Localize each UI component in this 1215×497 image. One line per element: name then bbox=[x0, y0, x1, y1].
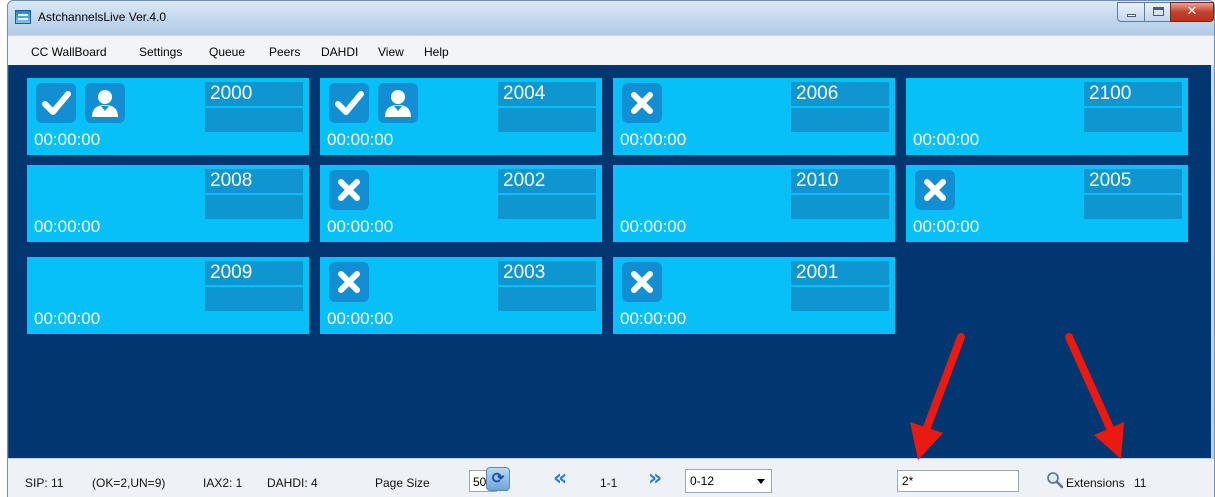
check-icon bbox=[329, 83, 369, 123]
refresh-icon: ⟳ bbox=[491, 470, 505, 487]
app-icon bbox=[15, 10, 31, 24]
extension-tile[interactable]: 2001 00:00:00 bbox=[613, 257, 895, 334]
iax2-count: IAX2: 1 bbox=[203, 476, 243, 490]
extension-number: 2009 bbox=[205, 261, 303, 285]
extension-info-block bbox=[498, 287, 596, 311]
user-icon bbox=[378, 83, 418, 123]
minimize-icon bbox=[1127, 14, 1136, 17]
x-icon bbox=[329, 262, 369, 302]
extension-info-block bbox=[1084, 108, 1182, 132]
page-size-label: Page Size bbox=[375, 476, 430, 490]
call-timer: 00:00:00 bbox=[34, 130, 101, 149]
call-timer: 00:00:00 bbox=[913, 130, 980, 149]
menu-dahdi[interactable]: DAHDI bbox=[321, 45, 358, 59]
x-icon bbox=[622, 83, 662, 123]
extension-tile[interactable]: 2100 00:00:00 bbox=[906, 78, 1188, 155]
search-icon[interactable] bbox=[1046, 471, 1064, 489]
user-icon bbox=[85, 83, 125, 123]
check-icon bbox=[36, 83, 76, 123]
previous-page-button[interactable]: « bbox=[553, 468, 567, 490]
extension-tile[interactable]: 2009 00:00:00 bbox=[27, 257, 309, 334]
dahdi-count: DAHDI: 4 bbox=[267, 476, 318, 490]
refresh-button[interactable]: ⟳ bbox=[486, 467, 510, 491]
menu-help[interactable]: Help bbox=[424, 45, 449, 59]
extension-number: 2001 bbox=[791, 261, 889, 285]
call-timer: 00:00:00 bbox=[620, 217, 687, 236]
menu-settings[interactable]: Settings bbox=[139, 45, 182, 59]
x-icon bbox=[329, 170, 369, 210]
status-bar: SIP: 11 (OK=2,UN=9) IAX2: 1 DAHDI: 4 Pag… bbox=[8, 458, 1214, 497]
close-button[interactable]: ✕ bbox=[1170, 2, 1214, 22]
range-select-value: 0-12 bbox=[690, 474, 715, 488]
call-timer: 00:00:00 bbox=[34, 309, 101, 328]
x-icon bbox=[915, 170, 955, 210]
extension-tile[interactable]: 2003 00:00:00 bbox=[320, 257, 602, 334]
extension-tile[interactable]: 2006 00:00:00 bbox=[613, 78, 895, 155]
sip-detail: (OK=2,UN=9) bbox=[92, 476, 166, 490]
window-title: AstchannelsLive Ver.4.0 bbox=[38, 10, 167, 24]
extension-tile[interactable]: 2002 00:00:00 bbox=[320, 165, 602, 242]
search-input[interactable]: 2* bbox=[897, 470, 1019, 492]
extension-number: 2003 bbox=[498, 261, 596, 285]
menu-cc-wallboard[interactable]: CC WallBoard bbox=[31, 45, 107, 59]
extension-tile[interactable]: 2004 00:00:00 bbox=[320, 78, 602, 155]
extension-tile[interactable]: 2010 00:00:00 bbox=[613, 165, 895, 242]
extension-number: 2006 bbox=[791, 82, 889, 106]
extension-info-block bbox=[205, 108, 303, 132]
next-page-button[interactable]: » bbox=[648, 468, 662, 490]
call-timer: 00:00:00 bbox=[620, 130, 687, 149]
range-select[interactable]: 0-12 bbox=[685, 469, 772, 493]
chevron-down-icon bbox=[757, 479, 765, 484]
extension-number: 2002 bbox=[498, 169, 596, 193]
extension-info-block bbox=[1084, 195, 1182, 219]
extension-tile[interactable]: 2005 00:00:00 bbox=[906, 165, 1188, 242]
extensions-label: Extensions bbox=[1066, 476, 1125, 490]
extension-number: 2004 bbox=[498, 82, 596, 106]
call-timer: 00:00:00 bbox=[327, 217, 394, 236]
extension-info-block bbox=[791, 108, 889, 132]
maximize-button[interactable] bbox=[1144, 2, 1171, 22]
extension-info-block bbox=[791, 195, 889, 219]
wallboard-panel: 2000 00:00:00 2004 00:00:00 2006 00:00:00 2100… bbox=[8, 65, 1211, 458]
call-timer: 00:00:00 bbox=[620, 309, 687, 328]
extension-info-block bbox=[205, 287, 303, 311]
extension-info-block bbox=[498, 108, 596, 132]
extension-number: 2010 bbox=[791, 169, 889, 193]
menu-view[interactable]: View bbox=[378, 45, 404, 59]
x-icon bbox=[622, 262, 662, 302]
extensions-count: 11 bbox=[1134, 476, 1147, 490]
extension-number: 2008 bbox=[205, 169, 303, 193]
extension-tile[interactable]: 2008 00:00:00 bbox=[27, 165, 309, 242]
maximize-icon bbox=[1153, 7, 1164, 16]
call-timer: 00:00:00 bbox=[913, 217, 980, 236]
extension-tile[interactable]: 2000 00:00:00 bbox=[27, 78, 309, 155]
menu-peers[interactable]: Peers bbox=[269, 45, 300, 59]
sip-count: SIP: 11 bbox=[25, 476, 64, 490]
call-timer: 00:00:00 bbox=[327, 309, 394, 328]
extension-info-block bbox=[498, 195, 596, 219]
menu-bar: CC WallBoard Settings Queue Peers DAHDI … bbox=[8, 35, 1214, 65]
title-bar[interactable]: AstchannelsLive Ver.4.0 ✕ bbox=[8, 1, 1214, 35]
page-range: 1-1 bbox=[600, 476, 618, 490]
extension-info-block bbox=[791, 287, 889, 311]
extension-info-block bbox=[205, 195, 303, 219]
minimize-button[interactable] bbox=[1117, 2, 1145, 22]
menu-queue[interactable]: Queue bbox=[209, 45, 245, 59]
extension-number: 2005 bbox=[1084, 169, 1182, 193]
call-timer: 00:00:00 bbox=[34, 217, 101, 236]
extension-number: 2000 bbox=[205, 82, 303, 106]
app-window: AstchannelsLive Ver.4.0 ✕ CC WallBoard S… bbox=[7, 0, 1215, 497]
close-icon: ✕ bbox=[1186, 4, 1198, 19]
extension-number: 2100 bbox=[1084, 82, 1182, 106]
call-timer: 00:00:00 bbox=[327, 130, 394, 149]
